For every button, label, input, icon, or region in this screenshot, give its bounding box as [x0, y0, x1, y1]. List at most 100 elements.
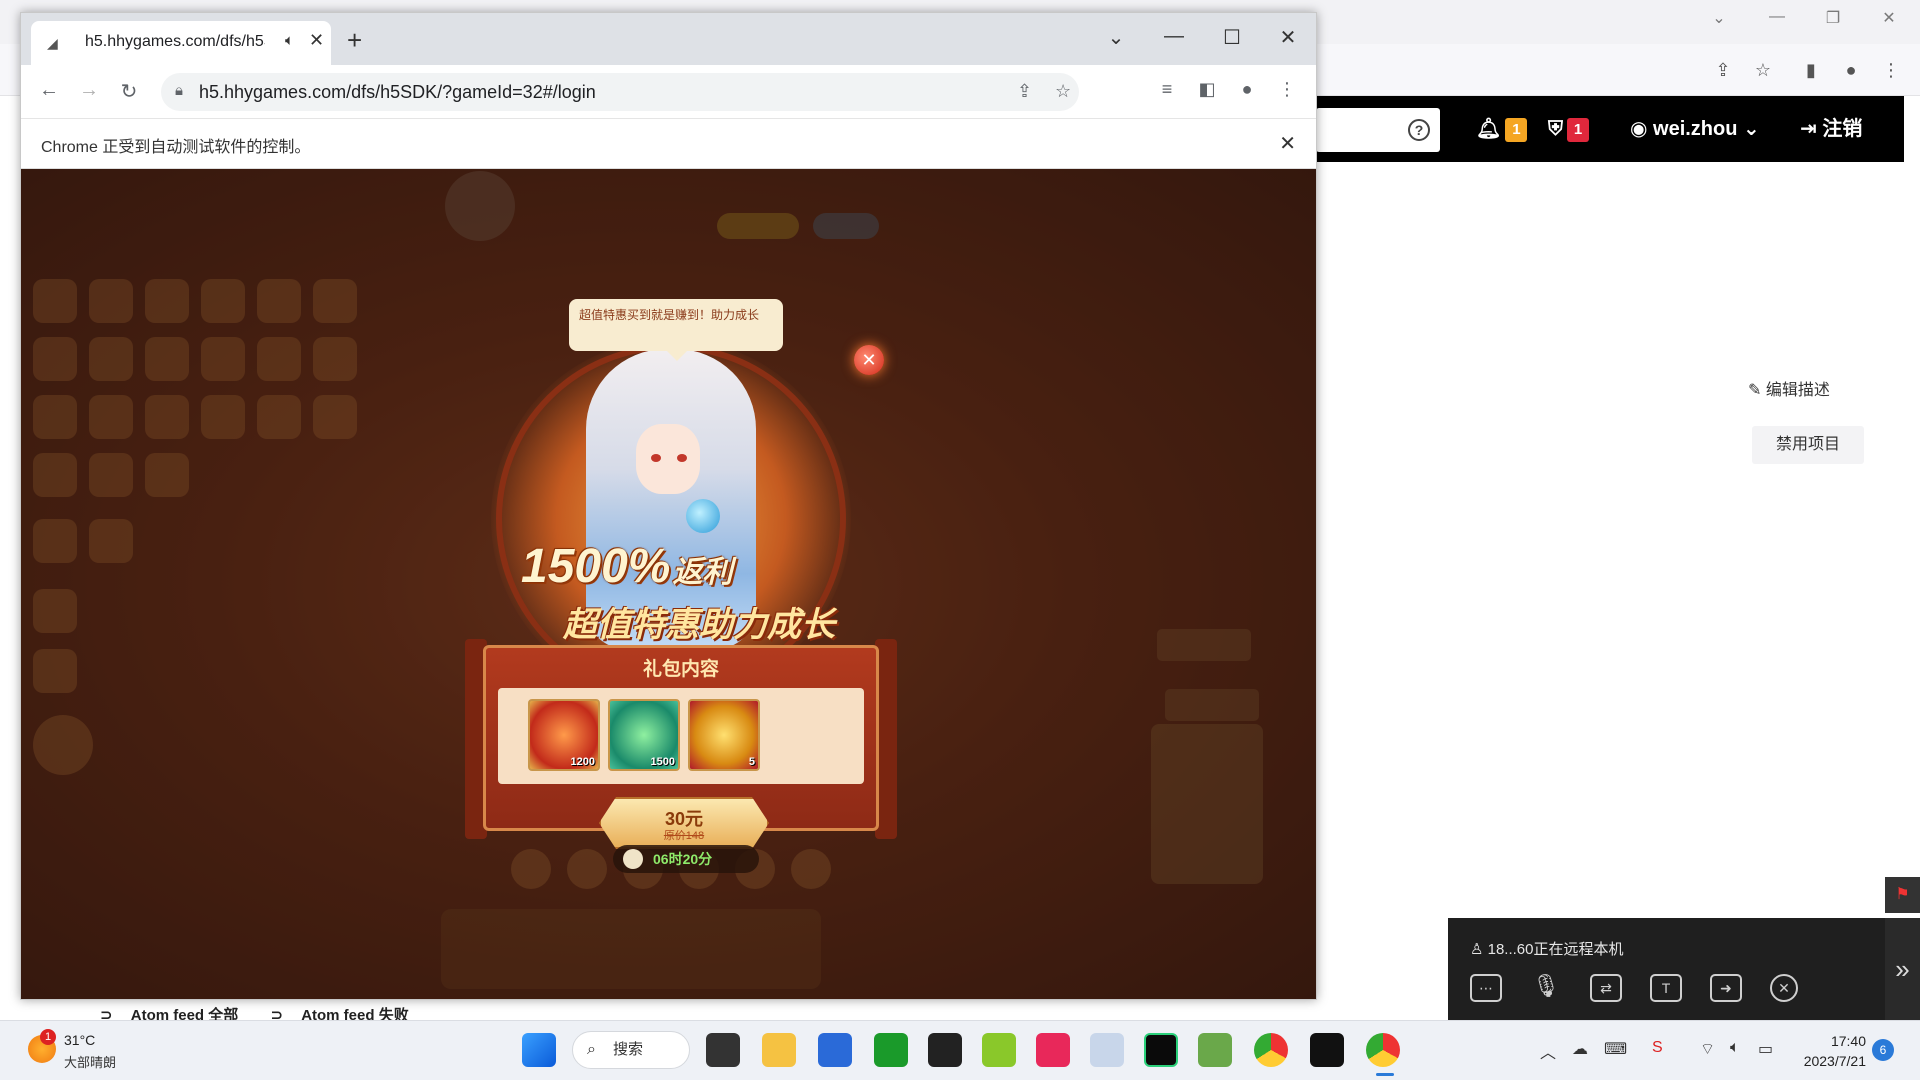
game-canvas[interactable]: 超值特惠买到就是赚到！助力成长 ✕ 1500%返利 超值特惠助力成长 礼包内容 … [21, 169, 1316, 999]
share-icon[interactable]: ⇪ [1710, 57, 1736, 83]
chrome-icon[interactable] [1366, 1033, 1400, 1067]
logout-label: 注销 [1822, 118, 1863, 140]
close-window-icon[interactable]: ✕ [1273, 25, 1303, 50]
profile-icon[interactable]: ● [1838, 57, 1864, 83]
promo-subtitle: 超值特惠助力成长 [563, 606, 835, 644]
chat-icon[interactable]: ⋯ [1470, 974, 1502, 1002]
search-icon: ⌕ [587, 1041, 596, 1058]
text-icon[interactable]: T [1650, 974, 1682, 1002]
minimize-icon[interactable]: — [1159, 25, 1189, 48]
url-text[interactable]: h5.hhygames.com/dfs/h5SDK/?gameId=32#/lo… [199, 82, 596, 103]
infobar-close-icon[interactable]: ✕ [1279, 131, 1296, 156]
countdown-timer: 06时20分 [613, 845, 759, 873]
volume-icon[interactable]: 🔈︎ [1730, 1039, 1740, 1057]
gift-items-area: 1200 1500 5 [498, 688, 864, 784]
bookmark-star-icon[interactable]: ☆ [1055, 81, 1071, 102]
help-icon[interactable]: ? [1408, 119, 1430, 141]
user-menu[interactable]: ◉ wei.zhou ⌄ [1630, 96, 1760, 162]
gift-item-gold-bag[interactable]: 5 [688, 699, 760, 771]
minimize-icon[interactable]: — [1764, 8, 1790, 26]
app-icon[interactable] [1198, 1033, 1232, 1067]
menu-icon[interactable]: ⋮ [1273, 79, 1301, 100]
new-tab-icon[interactable]: + [347, 27, 362, 53]
maximize-icon[interactable]: ☐ [1217, 25, 1247, 50]
temperature: 31°C [64, 1032, 96, 1048]
start-icon[interactable] [522, 1033, 556, 1067]
tab-game[interactable]: ◢ h5.hhygames.com/dfs/h5S 🔈︎ ✕ [31, 21, 331, 65]
forward-icon[interactable]: → [75, 79, 103, 102]
gift-item-red-gem[interactable]: 1200 [528, 699, 600, 771]
screen-switch-icon[interactable]: ⇄ [1590, 974, 1622, 1002]
chevron-down-icon[interactable]: ⌄ [1706, 8, 1732, 28]
gift-pack-title: 礼包内容 [642, 659, 719, 680]
close-icon[interactable]: ✕ [1876, 8, 1902, 28]
chevron-up-icon[interactable]: ︿ [1540, 1039, 1556, 1063]
gift-item-green-jade[interactable]: 1500 [608, 699, 680, 771]
expand-panel-icon[interactable]: » [1885, 918, 1920, 1020]
store-icon[interactable] [818, 1033, 852, 1067]
media-control-icon[interactable]: ≡ [1153, 79, 1181, 100]
microphone-icon[interactable]: 🎙︎ [1530, 974, 1562, 1002]
tab-close-icon[interactable]: ✕ [309, 30, 324, 51]
reload-icon[interactable]: ↻ [115, 79, 143, 104]
clock-icon [623, 849, 643, 869]
disable-project-button[interactable]: 禁用项目 [1752, 426, 1864, 464]
antivirus-icon[interactable]: S [1652, 1039, 1663, 1057]
notification-badge: 1 [1505, 117, 1528, 142]
item-quantity: 1200 [570, 756, 595, 768]
sidepanel-icon[interactable]: ▮ [1798, 57, 1824, 83]
battery-icon[interactable]: ▭ [1758, 1039, 1773, 1059]
address-bar-row: ← → ↻ 🔒︎ h5.hhygames.com/dfs/h5SDK/?game… [21, 65, 1316, 119]
back-icon[interactable]: ← [35, 79, 63, 102]
chrome-icon[interactable] [1254, 1033, 1288, 1067]
notification-count[interactable]: 6 [1872, 1039, 1894, 1061]
ime-icon[interactable]: ⌨ [1604, 1039, 1627, 1059]
flag-icon[interactable]: ⚑ [1885, 877, 1920, 913]
file-transfer-icon[interactable]: ➜ [1710, 974, 1742, 1002]
menu-icon[interactable]: ⋮ [1878, 57, 1904, 83]
file-explorer-icon[interactable] [762, 1033, 796, 1067]
share-icon[interactable]: ⇪ [1017, 81, 1032, 102]
shield-icon[interactable]: ⛨ 1 [1548, 96, 1589, 162]
tab-search-icon[interactable]: ⌄ [1101, 25, 1131, 50]
tab-title: h5.hhygames.com/dfs/h5S [85, 33, 265, 50]
clock-time: 17:40 [1830, 1033, 1866, 1049]
audio-icon[interactable]: 🔈︎ [285, 32, 294, 49]
bell-icon[interactable]: 🔔︎ 1 [1476, 96, 1528, 162]
taskbar-search[interactable]: ⌕ 搜索 [572, 1031, 690, 1069]
buy-button[interactable]: 30元 原价148 [599, 797, 769, 849]
popup-close-button[interactable]: ✕ [854, 345, 884, 375]
favicon-icon: ◢ [47, 35, 58, 51]
pencil-icon: ✎ [1748, 382, 1766, 399]
onedrive-icon[interactable]: ☁ [1572, 1039, 1588, 1059]
app-icon[interactable] [982, 1033, 1016, 1067]
sidepanel-icon[interactable]: ◧ [1193, 79, 1221, 100]
lock-icon[interactable]: 🔒︎ [175, 82, 183, 99]
original-price: 原价148 [663, 830, 705, 842]
profile-icon[interactable]: ● [1233, 79, 1261, 100]
app-icon[interactable] [1036, 1033, 1070, 1067]
timer-text: 06时20分 [653, 851, 713, 867]
user-icon: ◉ [1630, 118, 1654, 140]
user-name: wei.zhou [1653, 118, 1738, 140]
orb-icon [686, 499, 720, 533]
clock[interactable]: 17:40 2023/7/21 [1792, 1031, 1866, 1071]
edit-description-link[interactable]: ✎ 编辑描述 [1748, 376, 1830, 400]
star-icon[interactable]: ☆ [1750, 57, 1776, 83]
wifi-icon[interactable]: ⌔ [1700, 1039, 1715, 1059]
character-eye [651, 454, 661, 462]
terminal-icon[interactable] [1310, 1033, 1344, 1067]
app-icon[interactable] [1090, 1033, 1124, 1067]
remote-status-text: 18...60正在远程本机 [1487, 941, 1624, 958]
restore-icon[interactable]: ❐ [1820, 8, 1846, 28]
promo-percent: 1500% [521, 540, 671, 593]
xbox-icon[interactable] [874, 1033, 908, 1067]
logout-button[interactable]: ⇥ 注销 [1800, 96, 1862, 162]
app-icon[interactable] [928, 1033, 962, 1067]
omnibox[interactable]: 🔒︎ h5.hhygames.com/dfs/h5SDK/?gameId=32#… [161, 73, 1079, 111]
remote-control-panel: ♙ 18...60正在远程本机 ⋯ 🎙︎ ⇄ T ➜ ✕ [1448, 918, 1885, 1020]
task-view-icon[interactable] [706, 1033, 740, 1067]
shield-badge: 1 [1567, 117, 1589, 142]
pycharm-icon[interactable] [1144, 1033, 1178, 1067]
disconnect-icon[interactable]: ✕ [1770, 974, 1798, 1002]
